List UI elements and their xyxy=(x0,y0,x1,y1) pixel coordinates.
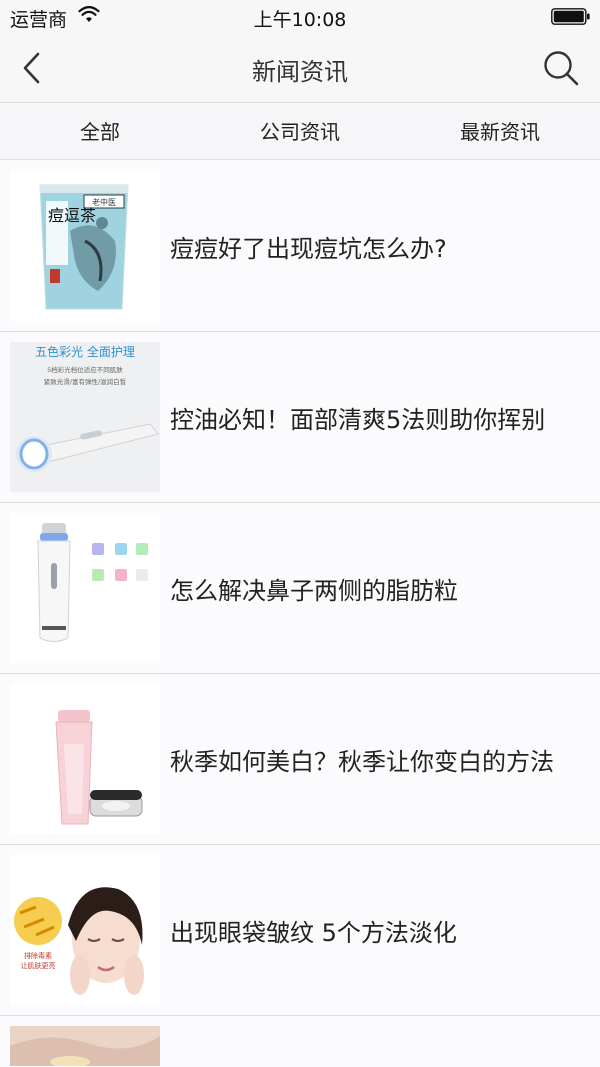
news-title: 怎么解决鼻子两侧的脂肪粒 xyxy=(170,577,458,605)
svg-text:痘逗茶: 痘逗茶 xyxy=(48,206,96,225)
news-thumbnail: 排除毒素 让肌肤更亮 xyxy=(10,855,160,1005)
skin-closeup-image xyxy=(10,1026,160,1066)
tea-package-image: 老中医 痘逗茶 xyxy=(10,171,160,321)
status-time: 上午10:08 xyxy=(253,9,347,31)
news-thumbnail: 五色彩光 全面护理 5档彩光档位适应不同肌肤 紧致光滑/富有弹性/滋润白皙 xyxy=(10,342,160,492)
facial-device-image: 五色彩光 全面护理 5档彩光档位适应不同肌肤 紧致光滑/富有弹性/滋润白皙 xyxy=(10,342,160,492)
news-thumbnail: 老中医 痘逗茶 xyxy=(10,171,160,321)
tab-all[interactable]: 全部 xyxy=(0,104,200,159)
promo-text: 排除毒素 xyxy=(24,951,52,960)
category-tabs: 全部 公司资讯 最新资讯 xyxy=(0,104,600,160)
search-icon[interactable] xyxy=(541,48,581,88)
news-item[interactable]: 五色彩光 全面护理 5档彩光档位适应不同肌肤 紧致光滑/富有弹性/滋润白皙 控油… xyxy=(0,332,600,503)
model-face-image: 排除毒素 让肌肤更亮 xyxy=(10,855,160,1005)
news-title: 秋季如何美白？秋季让你变白的方法 xyxy=(170,748,554,776)
battery-icon xyxy=(551,8,590,25)
news-item[interactable]: 排除毒素 让肌肤更亮 出现眼袋皱纹 5个方法淡化 xyxy=(0,845,600,1016)
news-item[interactable]: 老中医 痘逗茶 痘痘好了出现痘坑怎么办? xyxy=(0,161,600,332)
news-title: 控油必知！面部清爽5法则助你挥别 xyxy=(170,406,546,434)
beauty-device-image xyxy=(10,513,160,663)
news-item[interactable]: 怎么解决鼻子两侧的脂肪粒 xyxy=(0,503,600,674)
news-title: 痘痘好了出现痘坑怎么办? xyxy=(170,235,447,263)
news-thumbnail xyxy=(10,684,160,834)
news-thumbnail xyxy=(10,513,160,663)
page-title: 新闻资讯 xyxy=(252,58,348,86)
news-item[interactable]: 秋季如何美白？秋季让你变白的方法 xyxy=(0,674,600,845)
ad-headline: 五色彩光 全面护理 xyxy=(35,344,135,359)
news-thumbnail xyxy=(10,1026,160,1066)
news-list: 老中医 痘逗茶 痘痘好了出现痘坑怎么办? 五色彩光 全面护理 5档彩光档位适应不… xyxy=(0,161,600,1066)
promo-text: 让肌肤更亮 xyxy=(21,961,56,970)
tab-latest-news[interactable]: 最新资讯 xyxy=(400,104,600,159)
ad-subline: 紧致光滑/富有弹性/滋润白皙 xyxy=(44,377,127,386)
status-bar: 运营商 上午10:08 xyxy=(0,0,600,34)
navigation-bar: 新闻资讯 xyxy=(0,34,600,103)
whitening-device-image xyxy=(10,684,160,834)
news-item[interactable] xyxy=(0,1016,600,1066)
tab-company-news[interactable]: 公司资讯 xyxy=(200,104,400,159)
ad-subline: 5档彩光档位适应不同肌肤 xyxy=(47,365,123,374)
news-title: 出现眼袋皱纹 5个方法淡化 xyxy=(170,919,457,947)
product-name-text: 痘逗茶 xyxy=(48,206,96,225)
